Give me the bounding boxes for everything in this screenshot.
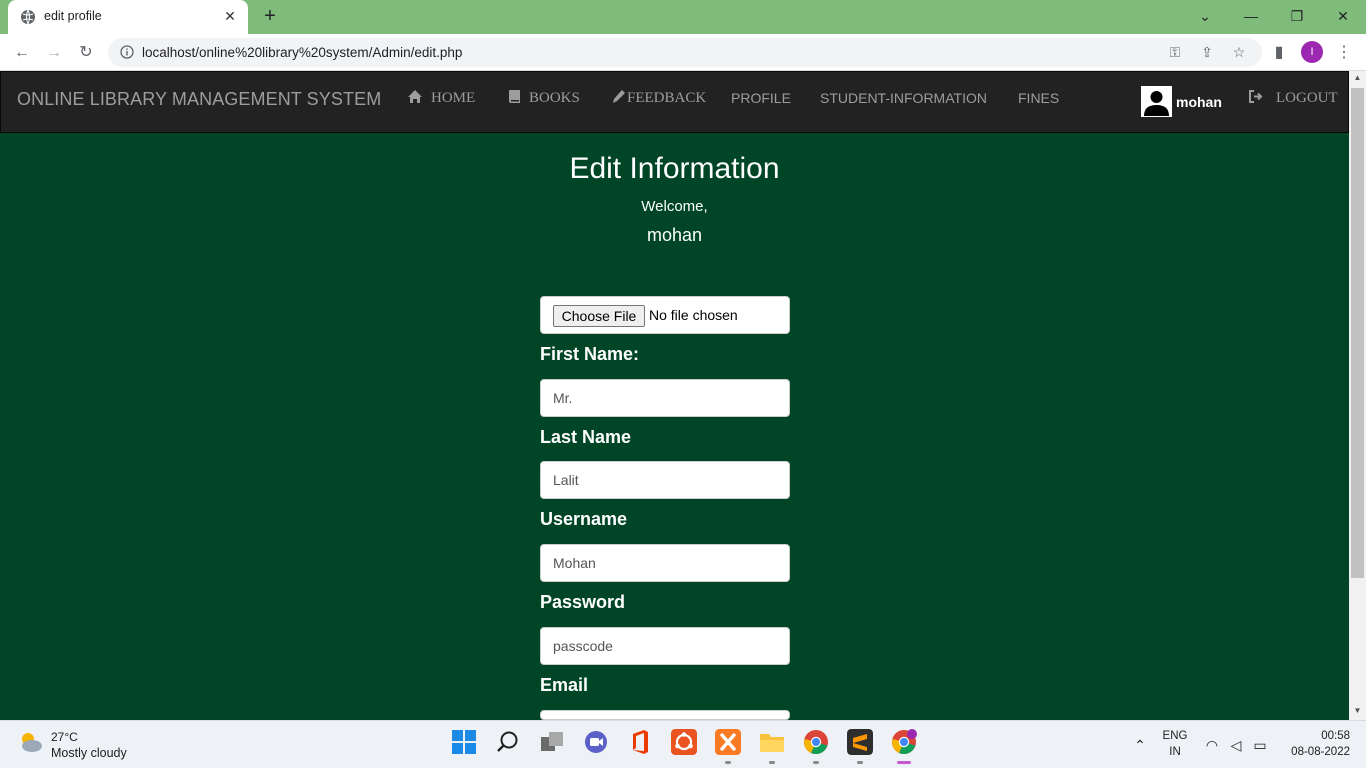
tab-title: edit profile bbox=[44, 9, 102, 23]
site-brand[interactable]: ONLINE LIBRARY MANAGEMENT SYSTEM bbox=[17, 89, 381, 110]
active-indicator bbox=[897, 761, 911, 764]
forward-icon[interactable]: → bbox=[44, 43, 64, 63]
nav-books[interactable]: BOOKS bbox=[508, 89, 580, 107]
sublime-text-icon[interactable] bbox=[847, 729, 873, 755]
file-explorer-icon[interactable] bbox=[759, 729, 785, 755]
chrome-profile-icon[interactable] bbox=[891, 729, 917, 755]
clock-time[interactable]: 00:58 bbox=[1280, 730, 1350, 742]
chrome-icon[interactable] bbox=[803, 729, 829, 755]
nav-feedback[interactable]: FEEDBACK bbox=[612, 89, 706, 107]
email-label: Email bbox=[540, 675, 589, 695]
username-input[interactable]: Mohan bbox=[540, 544, 790, 582]
home-icon bbox=[408, 90, 422, 103]
scrollbar-thumb[interactable] bbox=[1351, 88, 1364, 578]
reload-icon[interactable]: ↻ bbox=[76, 43, 96, 63]
user-avatar-icon bbox=[1141, 86, 1172, 117]
scroll-up-arrow-icon[interactable]: ▲ bbox=[1352, 73, 1363, 83]
password-label: Password bbox=[540, 592, 626, 612]
ubuntu-icon[interactable] bbox=[671, 729, 697, 755]
pencil-icon bbox=[613, 90, 625, 103]
side-panel-icon[interactable]: ▮ bbox=[1269, 43, 1289, 63]
book-icon bbox=[509, 90, 520, 103]
volume-icon[interactable]: ◁ bbox=[1227, 736, 1245, 754]
globe-icon bbox=[21, 9, 35, 25]
browser-tab[interactable]: edit profile ✕ bbox=[8, 0, 248, 34]
email-input[interactable] bbox=[540, 710, 790, 720]
choose-file-button[interactable]: Choose File bbox=[553, 305, 645, 327]
last-name-label: Last Name bbox=[540, 427, 632, 447]
first-name-input[interactable]: Mr. bbox=[540, 379, 790, 417]
address-bar[interactable]: localhost/online%20library%20system/Admi… bbox=[108, 38, 1262, 67]
office-icon[interactable] bbox=[627, 729, 653, 755]
nav-profile[interactable]: PROFILE bbox=[731, 90, 791, 106]
nav-logout-label: LOGOUT bbox=[1276, 90, 1338, 106]
back-icon[interactable]: ← bbox=[12, 43, 32, 63]
region-indicator[interactable]: IN bbox=[1160, 746, 1190, 758]
minimize-icon[interactable]: — bbox=[1241, 6, 1261, 26]
file-status: No file chosen bbox=[649, 307, 738, 323]
nav-student-information[interactable]: STUDENT-INFORMATION bbox=[820, 90, 987, 106]
first-name-label: First Name: bbox=[540, 344, 640, 364]
weather-description[interactable]: Mostly cloudy bbox=[51, 746, 127, 760]
browser-tab-strip: edit profile ✕ + ⌄ — ❐ ✕ bbox=[0, 0, 1366, 34]
weather-temperature[interactable]: 27°C bbox=[51, 730, 78, 744]
welcome-text: Welcome, bbox=[641, 198, 708, 215]
clock-date[interactable]: 08-08-2022 bbox=[1280, 746, 1350, 758]
battery-icon[interactable]: ▭ bbox=[1251, 736, 1269, 754]
share-icon[interactable]: ⇪ bbox=[1199, 44, 1215, 60]
wifi-icon[interactable]: ◠ bbox=[1203, 736, 1221, 754]
user-name: mohan bbox=[1176, 94, 1222, 110]
running-indicator bbox=[813, 761, 819, 764]
close-tab-icon[interactable]: ✕ bbox=[222, 8, 238, 24]
language-indicator[interactable]: ENG bbox=[1160, 730, 1190, 742]
key-icon[interactable]: ⚿ bbox=[1167, 44, 1183, 60]
task-view-icon[interactable] bbox=[539, 729, 565, 755]
chevron-up-icon[interactable]: ⌃ bbox=[1131, 736, 1149, 754]
last-name-input[interactable]: Lalit bbox=[540, 461, 790, 499]
chevron-down-icon[interactable]: ⌄ bbox=[1195, 6, 1215, 26]
teams-chat-icon[interactable] bbox=[583, 729, 609, 755]
nav-books-label: BOOKS bbox=[529, 90, 580, 106]
username-label: Username bbox=[540, 509, 628, 529]
scroll-down-arrow-icon[interactable]: ▼ bbox=[1352, 706, 1363, 716]
running-indicator bbox=[769, 761, 775, 764]
password-input[interactable]: passcode bbox=[540, 627, 790, 665]
nav-fines[interactable]: FINES bbox=[1018, 90, 1059, 106]
windows-taskbar: 27°C Mostly cloudy ⌃ ENG IN ◠ ◁ ▭ 00:58 … bbox=[0, 720, 1366, 768]
windows-start-icon[interactable] bbox=[451, 729, 477, 755]
profile-avatar[interactable]: I bbox=[1301, 41, 1323, 63]
site-navbar: ONLINE LIBRARY MANAGEMENT SYSTEM HOME BO… bbox=[0, 71, 1349, 133]
browser-toolbar: ← → ↻ localhost/online%20library%20syste… bbox=[0, 34, 1366, 71]
running-indicator bbox=[725, 761, 731, 764]
nav-home-label: HOME bbox=[431, 90, 476, 106]
search-icon[interactable] bbox=[495, 729, 521, 755]
new-tab-icon[interactable]: + bbox=[260, 6, 280, 26]
file-upload-field: Choose File No file chosen bbox=[540, 296, 790, 334]
welcome-username: mohan bbox=[646, 225, 703, 245]
xampp-icon[interactable] bbox=[715, 729, 741, 755]
nav-logout[interactable]: LOGOUT bbox=[1248, 89, 1338, 107]
url-text[interactable]: localhost/online%20library%20system/Admi… bbox=[142, 45, 462, 60]
close-window-icon[interactable]: ✕ bbox=[1333, 6, 1353, 26]
menu-dots-icon[interactable]: ⋮ bbox=[1334, 43, 1354, 63]
logout-icon bbox=[1249, 90, 1263, 103]
weather-cloudy-icon[interactable] bbox=[18, 729, 44, 755]
nav-home[interactable]: HOME bbox=[407, 89, 475, 107]
bookmark-star-icon[interactable]: ☆ bbox=[1231, 44, 1247, 60]
nav-feedback-label: FEEDBACK bbox=[627, 90, 707, 106]
info-icon[interactable] bbox=[120, 45, 134, 59]
running-indicator bbox=[857, 761, 863, 764]
page-title: Edit Information bbox=[569, 152, 780, 185]
restore-icon[interactable]: ❐ bbox=[1287, 6, 1307, 26]
